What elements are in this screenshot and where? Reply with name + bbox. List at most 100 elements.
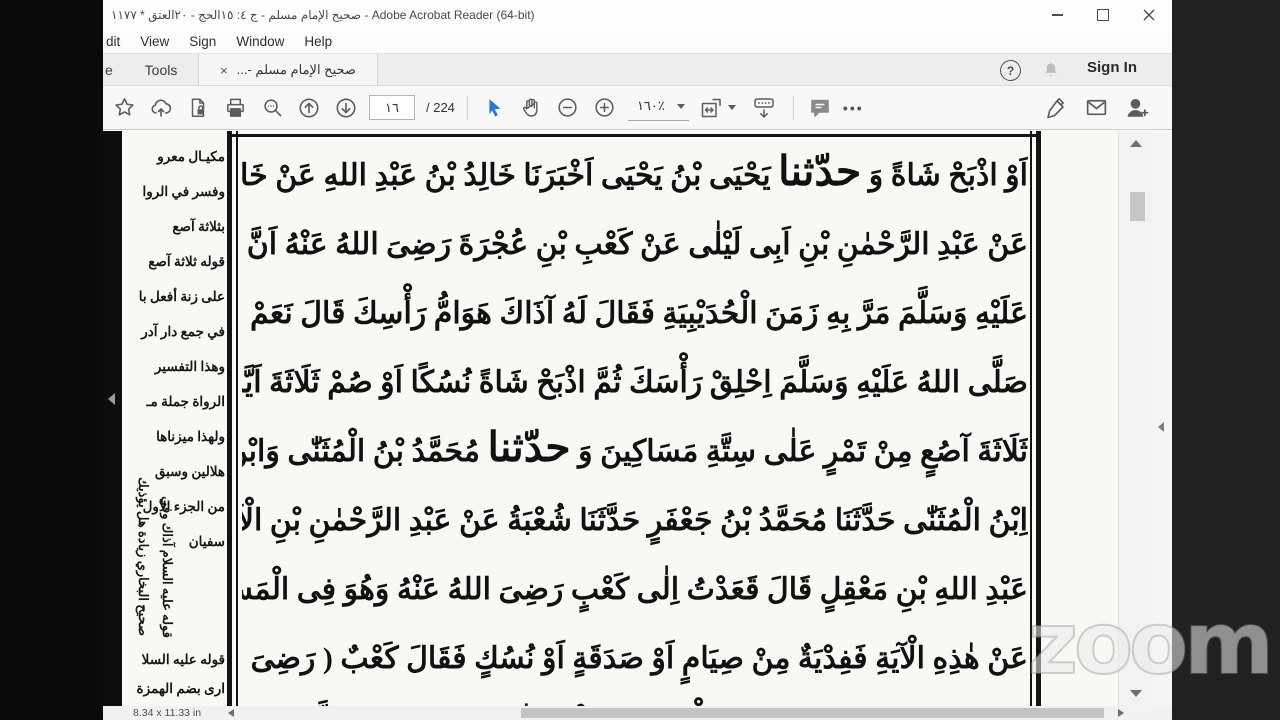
main-text-block: اَوْ اذْبَحْ شَاةً وَ حدّثنا يَحْيَى بْن… bbox=[242, 137, 1028, 706]
menu-sign[interactable]: Sign bbox=[179, 34, 226, 49]
column-rule-left bbox=[227, 131, 238, 706]
chevron-down-icon bbox=[728, 105, 737, 110]
expand-tools-panel-icon[interactable] bbox=[1158, 422, 1164, 432]
screen: صحيح الإمام مسلم - ج ٤: ١٥الحج - ٢٠العتق… bbox=[0, 0, 1280, 720]
vertical-scrollbar-thumb[interactable] bbox=[1130, 192, 1145, 221]
favorites-star-button[interactable] bbox=[110, 93, 138, 123]
toolbar-separator bbox=[466, 95, 468, 120]
chevron-down-icon bbox=[676, 103, 685, 109]
save-cloud-button[interactable] bbox=[147, 93, 175, 123]
margin-note-rotated: صحيح البخاري زيادة هل يؤذيك bbox=[136, 477, 151, 636]
page-down-icon bbox=[336, 98, 356, 117]
scroll-up-icon[interactable] bbox=[1130, 140, 1142, 147]
text-line-2: عَنْ عَبْدِ الرَّحْمٰنِ بْنِ اَبِى لَيْل… bbox=[242, 228, 1028, 261]
print-button[interactable] bbox=[221, 93, 249, 123]
page-size-label: 8.34 x 11.33 in bbox=[133, 707, 202, 719]
navigation-pane-strip bbox=[103, 131, 122, 706]
help-button[interactable]: ? bbox=[1000, 60, 1021, 81]
menu-view[interactable]: View bbox=[130, 34, 179, 49]
share-email-button[interactable] bbox=[1082, 93, 1110, 123]
selection-tool-button[interactable] bbox=[480, 93, 508, 123]
window-title: صحيح الإمام مسلم - ج ٤: ١٥الحج - ٢٠العتق… bbox=[111, 8, 535, 22]
zoom-out-button[interactable] bbox=[554, 93, 582, 123]
sign-in-button[interactable]: Sign In bbox=[1087, 59, 1137, 76]
margin-note: في جمع دار آدر bbox=[141, 324, 225, 339]
bell-icon bbox=[1045, 63, 1057, 76]
cursor-arrow-icon bbox=[489, 98, 501, 117]
page-up-icon bbox=[299, 98, 319, 117]
margin-note: بثلاثة آصع bbox=[172, 219, 225, 234]
zoom-level-value: ١٦٠٪ bbox=[636, 98, 665, 113]
menubar: dit View Sign Window Help bbox=[103, 30, 1172, 53]
margin-note: ارى بضم الهمزة bbox=[136, 681, 225, 696]
printer-icon bbox=[226, 98, 244, 117]
acrobat-window: صحيح الإمام مسلم - ج ٤: ١٥الحج - ٢٠العتق… bbox=[103, 0, 1172, 720]
envelope-icon bbox=[1086, 99, 1106, 116]
tabbar: e Tools × صحيح الإمام مسلم -... ? Sign I… bbox=[103, 53, 1172, 86]
text-line-6: اِبْنُ الْمُثَنّٰى حَدَّثَنَا مُحَمَّدُ … bbox=[242, 504, 1028, 537]
share-people-button[interactable] bbox=[1122, 93, 1150, 123]
fill-sign-button[interactable] bbox=[1042, 93, 1070, 123]
hand-icon bbox=[523, 98, 538, 117]
person-add-icon bbox=[1126, 99, 1148, 117]
pen-icon bbox=[1047, 97, 1064, 118]
statusbar: 8.34 x 11.33 in bbox=[103, 706, 1172, 720]
scroll-right-icon[interactable] bbox=[1118, 709, 1124, 717]
text-line-1: اَوْ اذْبَحْ شَاةً وَ حدّثنا يَحْيَى بْن… bbox=[242, 148, 1028, 194]
menu-edit-partial[interactable]: dit bbox=[103, 34, 130, 49]
margin-note: وفسر في الروا bbox=[142, 184, 225, 199]
text-line-7: عَبْدِ اللهِ بْنِ مَعْقِلٍ قَالَ قَعَدْت… bbox=[242, 573, 1028, 606]
tab-close-icon[interactable]: × bbox=[220, 64, 228, 77]
text-line-9-partial: نَزَلَتْ فِىَّ كَانَ بِى اَذًى مِنْ رَأْ… bbox=[242, 689, 1028, 706]
toolbar: ١٦ / 224 ١٦٠٪ ••• bbox=[103, 85, 1172, 130]
zoom-watermark: zoom bbox=[1027, 593, 1275, 695]
maximize-icon bbox=[1097, 9, 1109, 21]
comment-bubble-icon bbox=[811, 99, 829, 117]
hand-tool-button[interactable] bbox=[517, 93, 545, 123]
page-number-input[interactable]: ١٦ bbox=[369, 95, 415, 120]
zoom-level-select[interactable]: ١٦٠٪ bbox=[627, 94, 689, 121]
hide-toolbar-button[interactable] bbox=[747, 93, 781, 123]
caption-buttons bbox=[1034, 0, 1172, 30]
menu-window[interactable]: Window bbox=[226, 34, 294, 49]
scroll-left-icon[interactable] bbox=[228, 709, 234, 717]
next-page-button[interactable] bbox=[332, 93, 360, 123]
minimize-button[interactable] bbox=[1034, 0, 1080, 30]
text-line-5: ثَلَاثَةَ آصُعٍ مِنْ تَمْرٍ عَلٰى سِتَّة… bbox=[242, 424, 1028, 470]
find-button[interactable] bbox=[258, 93, 286, 123]
margin-note: قوله عليه السلا bbox=[141, 652, 225, 667]
haddathana-bold: حدّثنا bbox=[778, 148, 862, 194]
margin-note: قوله ثلاثة آصع bbox=[148, 254, 225, 269]
menu-help[interactable]: Help bbox=[294, 34, 342, 49]
plus-circle-icon bbox=[595, 98, 615, 117]
save-file-button[interactable] bbox=[184, 93, 212, 123]
minimize-icon bbox=[1051, 14, 1063, 16]
minus-circle-icon bbox=[558, 98, 578, 117]
help-icon: ? bbox=[1006, 63, 1015, 78]
comment-button[interactable] bbox=[806, 93, 834, 123]
margin-note: مكيـال معرو bbox=[157, 149, 225, 164]
close-button[interactable] bbox=[1126, 0, 1172, 30]
tab-home-partial[interactable]: e bbox=[105, 54, 113, 86]
tab-document[interactable]: × صحيح الإمام مسلم -... bbox=[198, 54, 378, 86]
page-total-label: / 224 bbox=[426, 100, 455, 115]
tab-tools[interactable]: Tools bbox=[138, 54, 184, 86]
more-tools-button[interactable]: ••• bbox=[843, 100, 864, 116]
maximize-button[interactable] bbox=[1080, 0, 1126, 30]
toolbar-separator bbox=[792, 95, 794, 120]
collapse-left-pane-icon[interactable] bbox=[108, 393, 115, 405]
fit-width-icon bbox=[702, 98, 722, 117]
margin-note: وهذا التفسير bbox=[154, 359, 225, 374]
notifications-button[interactable] bbox=[1041, 60, 1061, 80]
previous-page-button[interactable] bbox=[295, 93, 323, 123]
file-lock-icon bbox=[191, 98, 205, 117]
haddathana-bold: حدّثنا bbox=[487, 424, 571, 470]
horizontal-scrollbar[interactable] bbox=[221, 706, 1129, 720]
close-icon bbox=[1143, 9, 1155, 21]
document-pane: مكيـال معرو وفسر في الروا بثلاثة آصع قول… bbox=[103, 131, 1172, 706]
page-fit-button[interactable] bbox=[698, 93, 738, 123]
zoom-in-button[interactable] bbox=[591, 93, 619, 123]
horizontal-scrollbar-thumb[interactable] bbox=[521, 708, 1104, 718]
collapse-toolbar-icon bbox=[754, 97, 774, 118]
cloud-upload-icon bbox=[151, 99, 172, 117]
